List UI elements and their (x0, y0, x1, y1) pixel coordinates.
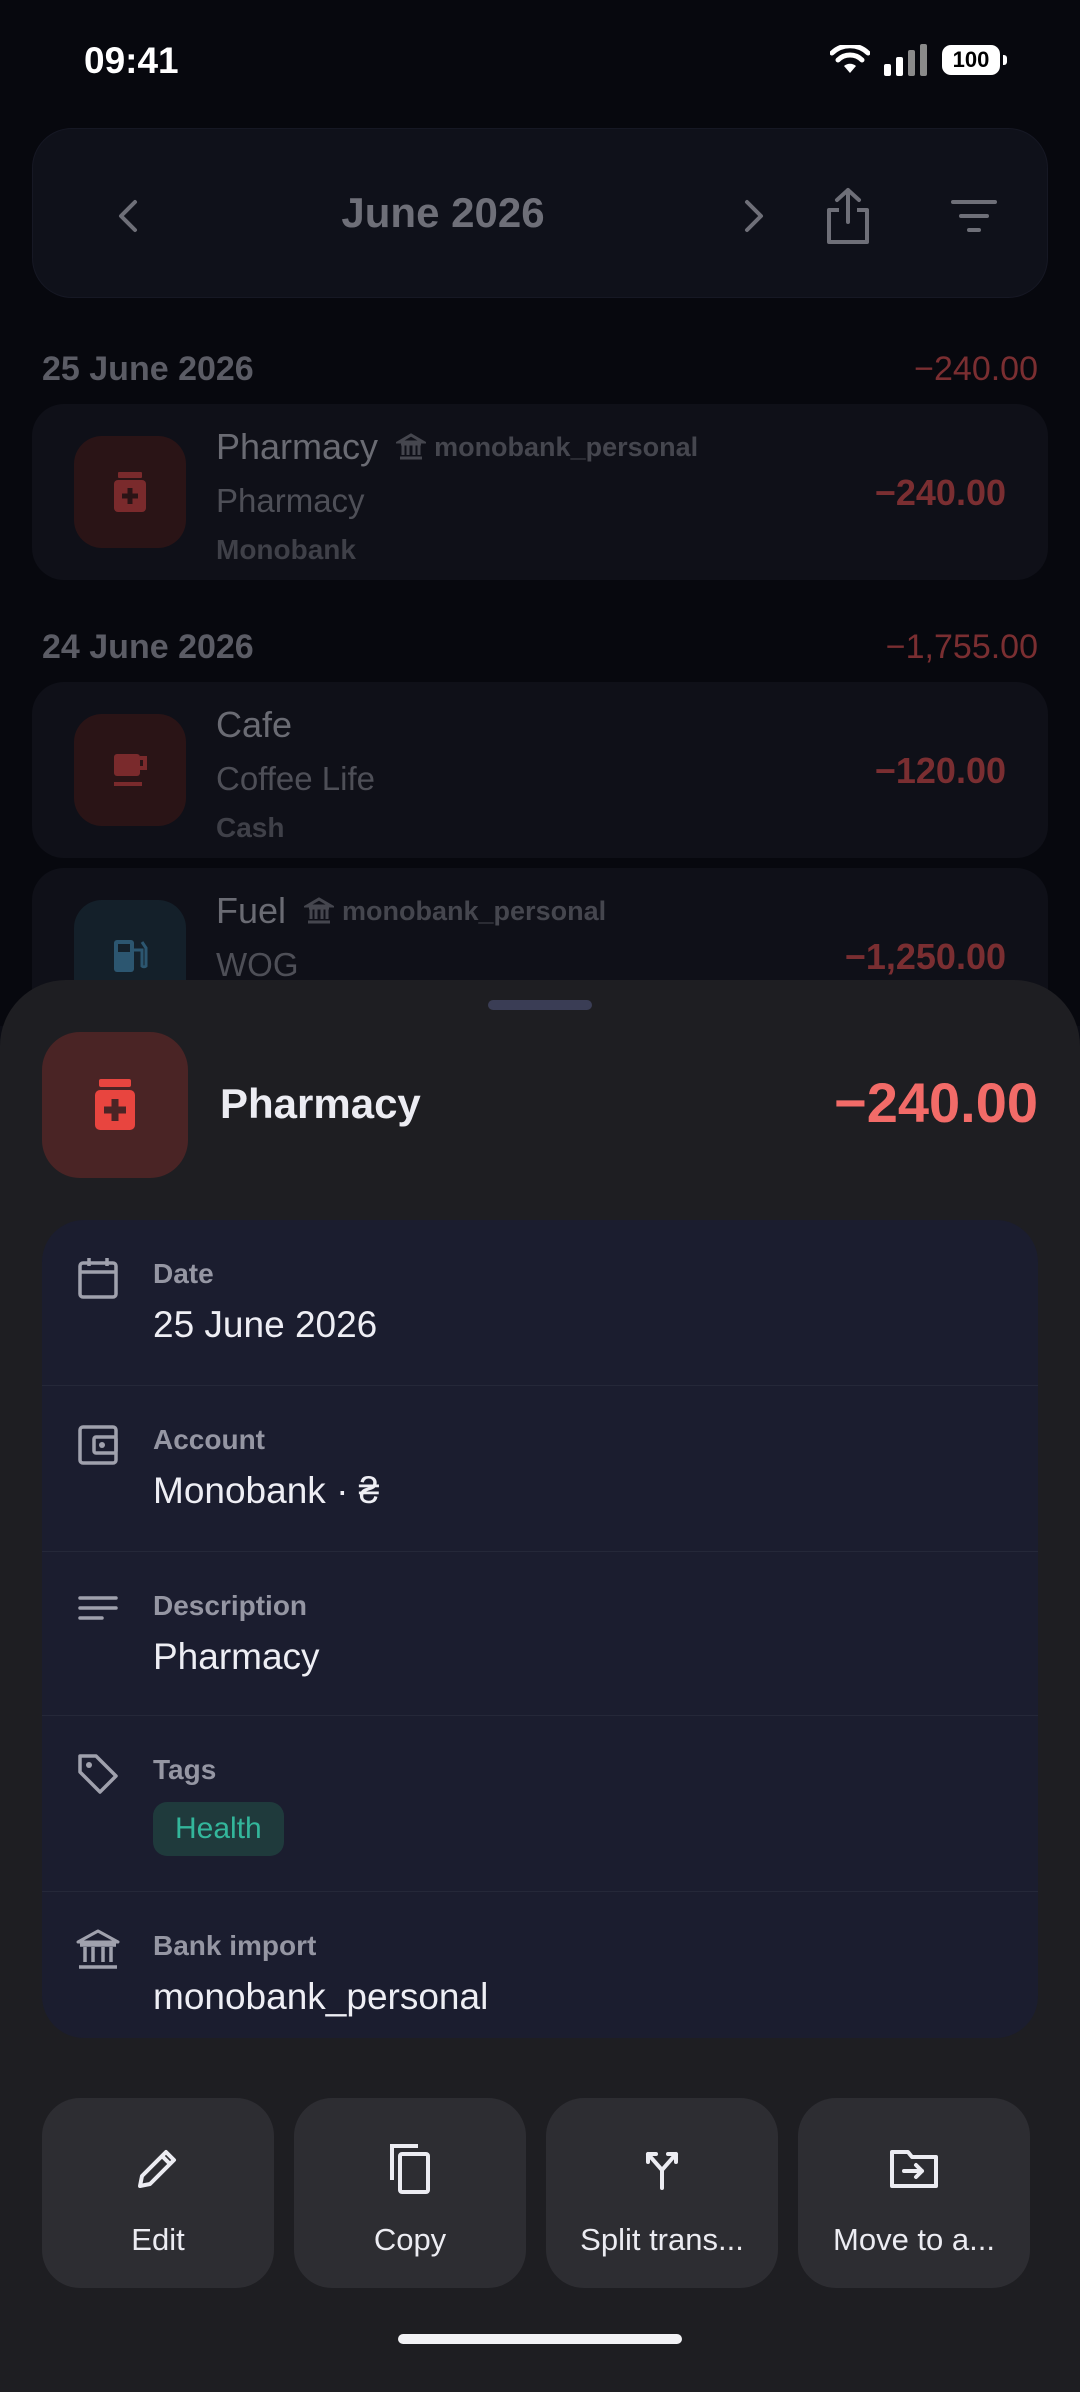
day-total: −240.00 (914, 350, 1038, 388)
filter-icon (951, 200, 997, 232)
home-indicator[interactable] (398, 2334, 682, 2344)
status-bar: 09:41 100 (0, 0, 1080, 126)
detail-label: Tags (153, 1754, 217, 1785)
battery-indicator: 100 (942, 45, 1007, 75)
pharmacy-icon (74, 436, 186, 548)
next-month-button[interactable] (719, 181, 789, 251)
transaction-category-label: Cafe (216, 704, 293, 745)
transaction-detail-sheet: Pharmacy −240.00 Date 25 June 2026 Accou… (0, 980, 1080, 2392)
status-time: 09:41 (84, 40, 179, 81)
detail-label: Date (153, 1258, 214, 1289)
sheet-drag-handle[interactable] (488, 1000, 592, 1010)
bank-icon (304, 897, 335, 924)
edit-button-label: Edit (131, 2222, 185, 2257)
detail-row-bank-import[interactable]: Bank import monobank_personal (42, 1892, 1038, 2038)
bank-badge: monobank_personal (396, 432, 698, 463)
bank-icon (76, 1929, 120, 1969)
sheet-amount: −240.00 (834, 1071, 1038, 1134)
bank-icon (396, 433, 427, 460)
transaction-category-label: Fuel (216, 890, 287, 931)
notes-icon (78, 1596, 118, 1620)
transaction-card[interactable]: Cafe Coffee Life Cash −120.00 (32, 682, 1048, 858)
edit-button[interactable]: Edit (42, 2098, 274, 2288)
pharmacy-icon (42, 1032, 188, 1178)
detail-value: Monobank · ₴ (153, 1470, 380, 1511)
details-card: Date 25 June 2026 Account Monobank · ₴ D… (42, 1220, 1038, 2038)
transaction-description: Coffee Life (216, 760, 376, 797)
split-transaction-button-label: Split trans... (580, 2222, 744, 2257)
chevron-right-icon (745, 200, 763, 232)
detail-label: Account (153, 1424, 265, 1455)
transaction-account: Cash (216, 812, 285, 843)
status-icons: 100 (830, 44, 1007, 76)
detail-value: Pharmacy (153, 1636, 320, 1677)
detail-value: 25 June 2026 (153, 1304, 378, 1345)
sheet-title: Pharmacy (220, 1080, 421, 1127)
split-icon (632, 2138, 692, 2198)
detail-row-account[interactable]: Account Monobank · ₴ (42, 1386, 1038, 1552)
copy-button-label: Copy (373, 2222, 447, 2257)
day-header: 25 June 2026 −240.00 (42, 350, 1038, 389)
transaction-description: WOG (216, 946, 299, 983)
move-to-account-button-label: Move to a... (833, 2222, 995, 2257)
transaction-category: Cafe (216, 704, 292, 746)
share-icon (827, 188, 869, 244)
calendar-icon (78, 1258, 118, 1299)
detail-label: Description (153, 1590, 308, 1621)
day-date: 24 June 2026 (42, 628, 254, 666)
share-button[interactable] (813, 181, 883, 251)
day-header: 24 June 2026 −1,755.00 (42, 628, 1038, 667)
action-bar: Edit Copy Split trans... Move to a... (42, 2098, 1038, 2288)
transaction-account: Monobank (216, 534, 356, 565)
transaction-amount: −240.00 (874, 472, 1006, 513)
transaction-description: Pharmacy (216, 482, 365, 519)
folder-move-icon (884, 2138, 944, 2198)
copy-button[interactable]: Copy (294, 2098, 526, 2288)
detail-row-description[interactable]: Description Pharmacy (42, 1552, 1038, 1716)
wifi-icon (830, 45, 870, 73)
transaction-amount: −120.00 (874, 750, 1006, 791)
transaction-category: Pharmacy monobank_personal (216, 426, 698, 468)
coffee-cup-icon (74, 714, 186, 826)
detail-row-date[interactable]: Date 25 June 2026 (42, 1220, 1038, 1386)
bank-badge: monobank_personal (304, 896, 606, 927)
wallet-icon (78, 1425, 118, 1465)
tag-chip-health[interactable]: Health (153, 1802, 284, 1856)
split-transaction-button[interactable]: Split trans... (546, 2098, 778, 2288)
day-date: 25 June 2026 (42, 350, 254, 388)
filter-button[interactable] (939, 181, 1009, 251)
day-total: −1,755.00 (885, 628, 1038, 666)
pencil-icon (128, 2138, 188, 2198)
copy-icon (380, 2138, 440, 2198)
detail-value: monobank_personal (153, 1976, 489, 2017)
detail-label: Bank import (153, 1930, 317, 1961)
bank-badge-label: monobank_personal (342, 895, 607, 926)
transaction-category: Fuel monobank_personal (216, 890, 606, 932)
move-to-account-button[interactable]: Move to a... (798, 2098, 1030, 2288)
transaction-card[interactable]: Pharmacy monobank_personal Pharmacy Mono… (32, 404, 1048, 580)
signal-icon (884, 44, 927, 76)
bank-badge-label: monobank_personal (434, 431, 699, 462)
tag-icon (78, 1754, 118, 1794)
transaction-amount: −1,250.00 (844, 936, 1006, 977)
transaction-category-label: Pharmacy (216, 426, 379, 467)
detail-row-tags[interactable]: Tags Health (42, 1716, 1038, 1892)
month-navigation-bar: June 2026 (32, 128, 1048, 298)
